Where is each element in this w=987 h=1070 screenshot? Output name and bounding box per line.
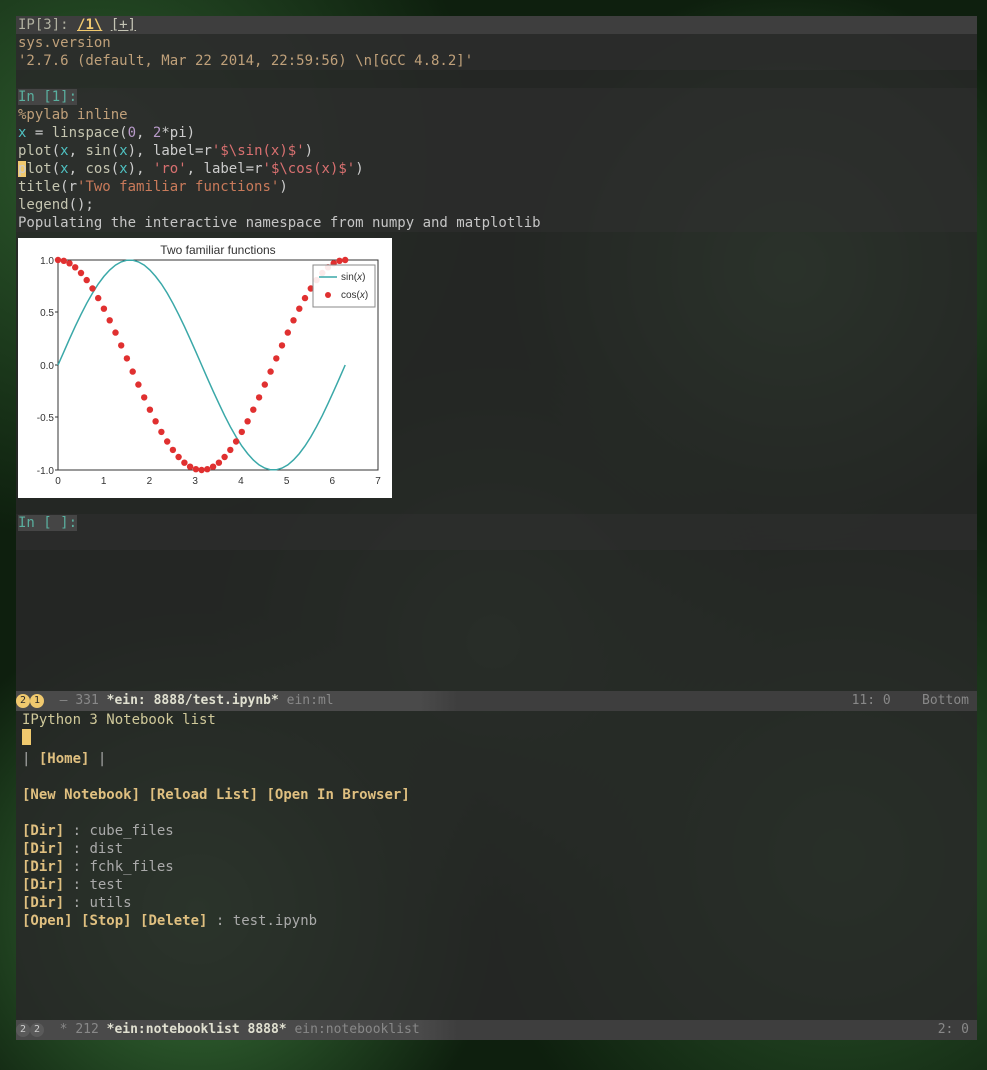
notebooklist-pane[interactable]: IPython 3 Notebook list | [Home] | [New …: [16, 711, 977, 1020]
output-line: '2.7.6 (default, Mar 22 2014, 22:59:56) …: [18, 52, 975, 70]
statusbar-upper: 21 ‒ 331 *ein: 8888/test.ipynb* ein:ml 1…: [16, 691, 977, 711]
svg-text:-1.0: -1.0: [37, 466, 55, 477]
notebook-pane[interactable]: sys.version '2.7.6 (default, Mar 22 2014…: [16, 34, 977, 691]
cell-1[interactable]: In [1]: %pylab inline x = linspace(0, 2*…: [16, 88, 977, 232]
badge-icon: 2: [16, 1023, 30, 1037]
cell-output-0: sys.version '2.7.6 (default, Mar 22 2014…: [16, 34, 977, 70]
code-line[interactable]: %pylab inline: [18, 106, 975, 124]
statusbar-lower: 22 * 212 *ein:notebooklist 8888* ein:not…: [16, 1020, 977, 1040]
tab-label: IP[3]:: [18, 17, 77, 33]
list-item: [Dir] : utils: [22, 894, 971, 912]
svg-text:1: 1: [101, 476, 107, 487]
tab-new[interactable]: [+]: [111, 17, 136, 33]
code-line[interactable]: plot(x, cos(x), 'ro', label=r'$\cos(x)$'…: [18, 160, 975, 178]
svg-text:0: 0: [55, 476, 61, 487]
output-line: Populating the interactive namespace fro…: [18, 214, 975, 232]
tab-active[interactable]: /1\: [77, 17, 102, 33]
code-line[interactable]: legend();: [18, 196, 975, 214]
buffer-name: *ein: 8888/test.ipynb*: [107, 693, 279, 708]
major-mode: ein:notebooklist: [294, 1022, 419, 1037]
list-item: [Open] [Stop] [Delete] : test.ipynb: [22, 912, 971, 930]
entry-action[interactable]: [Dir]: [22, 895, 64, 911]
badge-icon: 2: [30, 1023, 44, 1037]
svg-text:5: 5: [284, 476, 290, 487]
chart-title: Two familiar functions: [160, 243, 275, 257]
svg-text:-0.5: -0.5: [37, 413, 55, 424]
reload-list-button[interactable]: [Reload List]: [148, 787, 258, 803]
in-prompt: In [1]:: [18, 89, 77, 105]
entry-action[interactable]: [Delete]: [140, 913, 207, 929]
code-line[interactable]: title(r'Two familiar functions'): [18, 178, 975, 196]
svg-text:4: 4: [238, 476, 244, 487]
open-browser-button[interactable]: [Open In Browser]: [266, 787, 409, 803]
entry-action[interactable]: [Dir]: [22, 859, 64, 875]
code-line[interactable]: plot(x, sin(x), label=r'$\sin(x)$'): [18, 142, 975, 160]
cell-2[interactable]: In [ ]:: [16, 514, 977, 550]
entry-action[interactable]: [Dir]: [22, 823, 64, 839]
svg-text:sin(x): sin(x): [341, 272, 365, 283]
badge-icon: 2: [16, 694, 30, 708]
entry-action[interactable]: [Dir]: [22, 841, 64, 857]
top-tab-bar: IP[3]: /1\ [+]: [16, 16, 977, 34]
svg-text:6: 6: [330, 476, 336, 487]
list-item: [Dir] : test: [22, 876, 971, 894]
in-prompt: In [ ]:: [18, 515, 77, 531]
chart-legend: sin(x) cos(x): [313, 265, 375, 307]
editor-window: IP[3]: /1\ [+] sys.version '2.7.6 (defau…: [16, 16, 977, 1040]
svg-text:7: 7: [375, 476, 381, 487]
output-line: sys.version: [18, 34, 975, 52]
svg-text:0.5: 0.5: [40, 308, 54, 319]
code-line[interactable]: x = linspace(0, 2*pi): [18, 124, 975, 142]
svg-text:1.0: 1.0: [40, 256, 54, 267]
entry-action[interactable]: [Dir]: [22, 877, 64, 893]
list-item: [Dir] : fchk_files: [22, 858, 971, 876]
entry-action[interactable]: [Stop]: [81, 913, 132, 929]
svg-text:2: 2: [147, 476, 153, 487]
entry-action[interactable]: [Open]: [22, 913, 73, 929]
buffer-name: *ein:notebooklist 8888*: [107, 1022, 287, 1037]
major-mode: ein:ml: [287, 693, 334, 708]
new-notebook-button[interactable]: [New Notebook]: [22, 787, 140, 803]
list-item: [Dir] : cube_files: [22, 822, 971, 840]
home-button[interactable]: [Home]: [39, 751, 90, 767]
chart-output: Two familiar functions 1.0 0.5 0.0 -0.5 …: [18, 238, 392, 498]
svg-text:cos(x): cos(x): [341, 290, 368, 301]
svg-text:3: 3: [192, 476, 198, 487]
svg-text:0.0: 0.0: [40, 361, 54, 372]
text-cursor: [22, 729, 31, 745]
list-item: [Dir] : dist: [22, 840, 971, 858]
badge-icon: 1: [30, 694, 44, 708]
nblist-title: IPython 3 Notebook list: [22, 711, 971, 729]
